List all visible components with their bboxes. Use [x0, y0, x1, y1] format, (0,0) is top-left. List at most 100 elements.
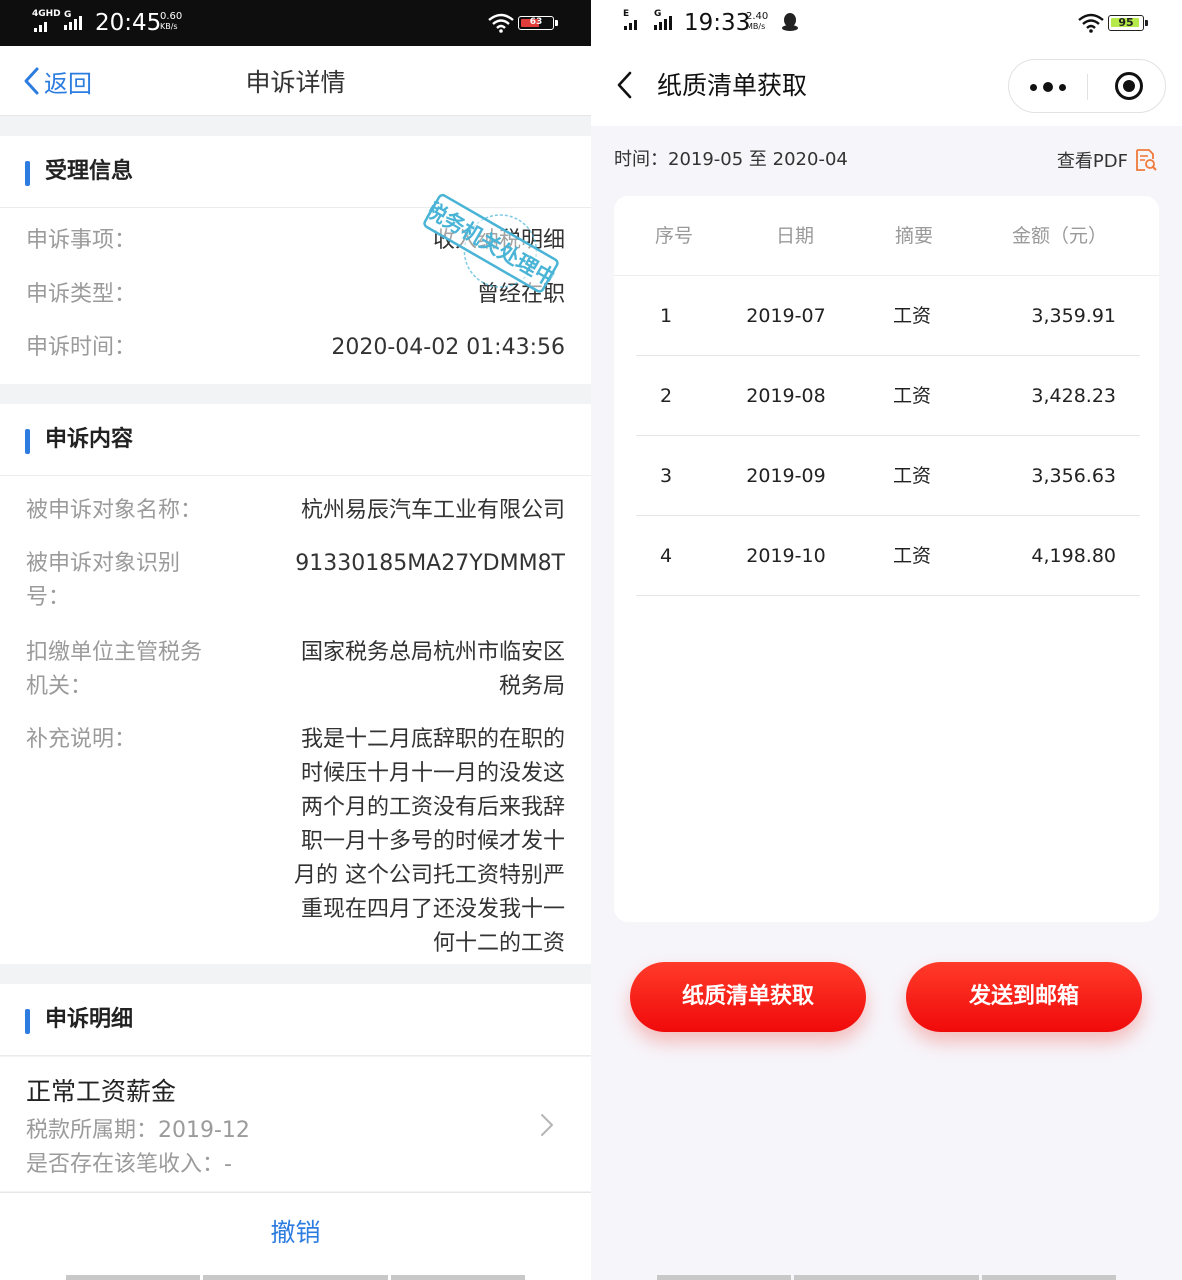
row-key-line2: 机关：	[26, 674, 93, 699]
dot	[1059, 83, 1066, 91]
more-button[interactable]	[1009, 60, 1087, 114]
dot	[1030, 83, 1037, 91]
header-summary: 摘要	[894, 225, 933, 247]
remark-line: 两个月的工资没有后来我辞	[300, 795, 565, 820]
status-bar: 4GHD G 20:45 0.60 KB/s 63	[0, 0, 591, 46]
appeal-detail-item[interactable]: 正常工资薪金 税款所属期：2019-12 是否存在该笔收入：-	[0, 1057, 591, 1191]
top-area: E G 19:33 2.40 MB/s 95 纸质清单获取	[591, 0, 1182, 126]
view-pdf-link[interactable]: 查看PDF	[1057, 146, 1158, 174]
chevron-right-icon	[541, 1114, 553, 1136]
section-marker	[25, 161, 30, 186]
target-icon-dot	[1123, 80, 1135, 92]
item-exists: 是否存在该笔收入：-	[26, 1152, 232, 1177]
net-speed-unit: KB/s	[160, 22, 178, 31]
signal-icon	[624, 18, 637, 30]
section-title: 申诉明细	[45, 1007, 134, 1032]
row-key: 扣缴单位主管税务 机关：	[26, 636, 202, 704]
net-speed-value: 2.40	[746, 11, 769, 22]
remark-line: 职一月十多号的时候才发十	[300, 829, 565, 854]
row-key: 被申诉对象识别 号：	[26, 547, 180, 615]
item-period: 税款所属期：2019-12	[26, 1118, 250, 1143]
cell-summary: 工资	[892, 465, 931, 487]
battery-level: 63	[529, 17, 543, 27]
cell-index: 1	[659, 305, 673, 327]
header-amount: 金额（元）	[1012, 225, 1108, 247]
send-to-email-button[interactable]: 发送到邮箱	[906, 962, 1142, 1032]
cell-date: 2019-10	[746, 545, 826, 567]
cell-index: 2	[659, 385, 673, 407]
dot	[1043, 82, 1053, 92]
cell-date: 2019-07	[746, 305, 826, 327]
row-key-line2: 号：	[26, 585, 71, 610]
page-title: 纸质清单获取	[657, 71, 808, 100]
battery-icon: 95	[1108, 15, 1148, 31]
cell-index: 3	[659, 465, 673, 487]
table-header: 序号 日期 摘要 金额（元）	[614, 196, 1159, 276]
cell-summary: 工资	[892, 305, 931, 327]
table-row: 1 2019-07 工资 3,359.91	[636, 276, 1140, 356]
view-pdf-label: 查看PDF	[1056, 151, 1128, 172]
revoke-button[interactable]: 撤销	[0, 1213, 591, 1249]
period-text: 时间：2019-05 至 2020-04	[614, 149, 848, 170]
row-key: 申诉类型：	[26, 282, 137, 307]
nav-bar: 返回 申诉详情	[0, 46, 591, 116]
gesture-bar	[66, 1275, 200, 1280]
back-arrow-icon[interactable]	[615, 70, 633, 100]
signal-icon-2	[64, 16, 82, 30]
gesture-bar	[982, 1275, 1116, 1280]
income-table: 序号 日期 摘要 金额（元） 1 2019-07 工资 3,359.91 2 2…	[614, 196, 1159, 922]
section-title: 申诉内容	[45, 427, 134, 452]
gesture-bar	[203, 1275, 388, 1280]
battery-icon: 63	[518, 16, 558, 30]
remark-line: 何十二的工资	[432, 931, 565, 956]
network-type: 4GHD	[32, 9, 61, 19]
cell-summary: 工资	[892, 545, 931, 567]
capsule-divider	[1087, 74, 1088, 100]
row-value-line1: 国家税务总局杭州市临安区	[300, 640, 565, 665]
section-header: 受理信息	[0, 136, 591, 208]
wifi-icon	[1078, 13, 1104, 33]
row-key: 申诉事项：	[26, 228, 137, 253]
status-time: 19:33	[684, 10, 751, 36]
net-speed-value: 0.60	[160, 11, 183, 22]
section-marker	[25, 429, 30, 454]
status-time: 20:45	[95, 10, 162, 36]
cell-date: 2019-08	[746, 385, 826, 407]
net-speed-unit: MB/s	[746, 22, 766, 31]
get-paper-list-button[interactable]: 纸质清单获取	[630, 962, 866, 1032]
wifi-icon	[488, 13, 514, 33]
appeal-detail-card: 申诉明细	[0, 984, 591, 1056]
bottom-bar: 撤销	[0, 1192, 591, 1280]
row-key-line1: 被申诉对象识别	[26, 551, 181, 576]
status-bar: E G 19:33 2.40 MB/s 95	[591, 0, 1182, 46]
accept-info-card: 受理信息 申诉事项： 收入纳税明细 申诉类型： 曾经在职 申诉时间： 2020-…	[0, 136, 591, 384]
qq-penguin-icon	[782, 13, 798, 31]
table-row: 3 2019-09 工资 3,356.63	[636, 436, 1140, 516]
item-name: 正常工资薪金	[26, 1077, 177, 1106]
section-header: 申诉内容	[0, 404, 591, 476]
battery-level: 95	[1118, 16, 1134, 29]
paper-list-screen: E G 19:33 2.40 MB/s 95 纸质清单获取 时间：2019-05…	[591, 0, 1182, 1280]
row-key: 补充说明：	[26, 727, 137, 752]
header-date: 日期	[775, 225, 814, 247]
net-speed: 0.60 KB/s	[160, 12, 182, 32]
row-key: 被申诉对象名称：	[26, 498, 203, 523]
section-header: 申诉明细	[0, 984, 591, 1056]
row-value: 我是十二月底辞职的在职的 时候压十月十一月的没发这 两个月的工资没有后来我辞 职…	[294, 723, 565, 961]
net-speed: 2.40 MB/s	[746, 12, 768, 32]
row-value: 91330185MA27YDMM8T	[295, 551, 565, 576]
page-title: 申诉详情	[245, 68, 346, 97]
row-key-line1: 扣缴单位主管税务	[26, 640, 203, 665]
gesture-bar	[657, 1275, 791, 1280]
cell-amount: 3,359.91	[1031, 305, 1116, 327]
cell-date: 2019-09	[746, 465, 826, 487]
row-value-line2: 税务局	[498, 674, 565, 699]
cell-amount: 4,198.80	[1031, 545, 1116, 567]
remark-line: 重现在四月了还没发我十一	[300, 897, 565, 922]
signal-icon	[34, 20, 47, 32]
cell-amount: 3,356.63	[1031, 465, 1116, 487]
row-value: 收入纳税明细	[432, 228, 565, 253]
close-mini-program-button[interactable]	[1089, 60, 1167, 114]
cell-index: 4	[659, 545, 673, 567]
row-value: 曾经在职	[476, 282, 565, 307]
